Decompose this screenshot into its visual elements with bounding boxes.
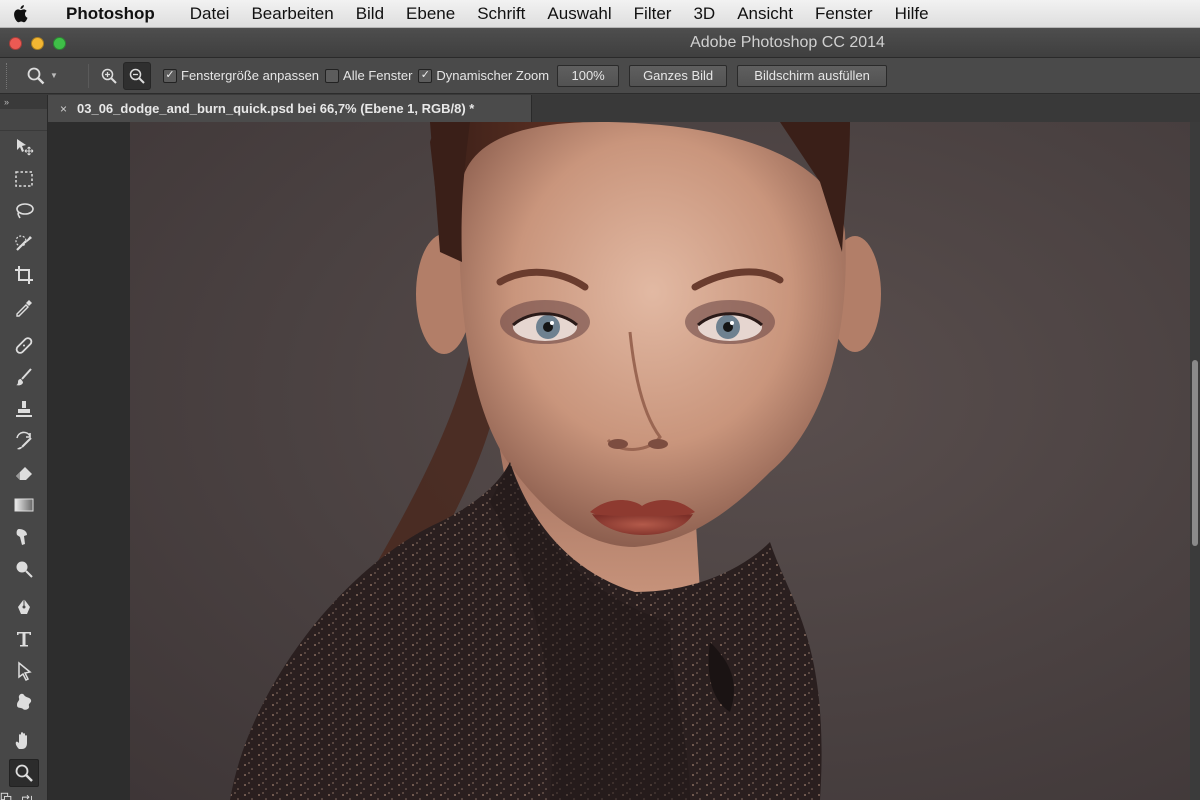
apple-menu-icon[interactable] <box>0 4 38 23</box>
move-tool[interactable] <box>0 131 48 163</box>
pen-tool-icon <box>18 599 30 614</box>
zoom-100-button[interactable]: 100% <box>557 64 620 87</box>
custom-shape-tool-icon <box>17 693 32 710</box>
marquee-tool[interactable] <box>0 163 48 195</box>
eyedropper-tool-icon <box>16 300 32 317</box>
eyedropper-tool[interactable] <box>0 291 48 323</box>
brush-tool[interactable] <box>0 361 48 393</box>
clone-stamp-tool-icon <box>16 401 32 417</box>
fill-screen-button[interactable]: Bildschirm ausfüllen <box>737 64 888 87</box>
pasteboard <box>48 122 130 800</box>
type-tool[interactable] <box>0 623 48 655</box>
all-windows-option[interactable]: Alle Fenster <box>325 68 412 83</box>
menu-3d[interactable]: 3D <box>682 4 726 24</box>
healing-brush-tool[interactable] <box>0 329 48 361</box>
menu-datei[interactable]: Datei <box>179 4 241 24</box>
gradient-tool[interactable] <box>0 489 48 521</box>
window-title-bar: Adobe Photoshop CC 2014 <box>0 28 1200 58</box>
menu-bearbeiten[interactable]: Bearbeiten <box>240 4 344 24</box>
menu-schrift[interactable]: Schrift <box>466 4 536 24</box>
lasso-tool-icon <box>16 203 34 219</box>
menu-auswahl[interactable]: Auswahl <box>536 4 622 24</box>
custom-shape-tool[interactable] <box>0 687 48 719</box>
dodge-tool-icon <box>16 561 33 578</box>
all-windows-label: Alle Fenster <box>343 68 413 83</box>
window-title: Adobe Photoshop CC 2014 <box>690 34 885 51</box>
brush-tool-icon <box>16 368 32 386</box>
zoom-in-button[interactable] <box>95 62 123 90</box>
close-document-icon[interactable]: × <box>60 102 67 116</box>
crop-tool-icon <box>15 266 33 284</box>
zoom-tool-selected-bg <box>9 759 39 787</box>
default-colors-icon <box>0 792 12 800</box>
menu-hilfe[interactable]: Hilfe <box>884 4 940 24</box>
tools-panel-collapse[interactable]: » <box>0 95 47 109</box>
quick-selection-tool-icon <box>15 235 32 251</box>
chevron-down-icon: ▼ <box>50 71 58 80</box>
fit-screen-button[interactable]: Ganzes Bild <box>629 64 728 87</box>
resize-windows-checkbox[interactable]: ✓ <box>163 68 177 83</box>
document-canvas[interactable] <box>48 122 1200 800</box>
pen-tool[interactable] <box>0 591 48 623</box>
app-name-menu[interactable]: Photoshop <box>66 4 155 24</box>
quick-selection-tool[interactable] <box>0 227 48 259</box>
history-brush-tool[interactable] <box>0 425 48 457</box>
options-bar: ▼ ✓ Fenstergröße anpassen Alle Fenster ✓… <box>0 58 1200 94</box>
eraser-tool[interactable] <box>0 457 48 489</box>
menu-bar: Photoshop Datei Bearbeiten Bild Ebene Sc… <box>0 0 1200 28</box>
lasso-tool[interactable] <box>0 195 48 227</box>
zoom-out-button[interactable] <box>123 61 151 90</box>
resize-windows-option[interactable]: ✓ Fenstergröße anpassen <box>163 68 319 83</box>
move-tool-icon <box>17 139 34 156</box>
marquee-tool-icon <box>15 171 33 187</box>
swap-colors-icon <box>22 794 32 800</box>
document-tab-label: 03_06_dodge_and_burn_quick.psd bei 66,7%… <box>77 101 475 116</box>
smudge-tool[interactable] <box>0 521 48 553</box>
hand-tool[interactable] <box>0 725 48 757</box>
tool-preset-picker[interactable]: ▼ <box>26 66 82 86</box>
portrait-illustration <box>230 122 881 800</box>
dodge-tool[interactable] <box>0 553 48 585</box>
clone-stamp-tool[interactable] <box>0 393 48 425</box>
menu-filter[interactable]: Filter <box>623 4 683 24</box>
menu-bild[interactable]: Bild <box>345 4 395 24</box>
menu-ebene[interactable]: Ebene <box>395 4 466 24</box>
healing-brush-tool-icon <box>15 337 33 354</box>
zoom-tool-icon <box>15 764 33 782</box>
path-selection-tool-icon <box>18 661 32 682</box>
portrait-photo[interactable] <box>130 122 1190 800</box>
tools-panel-grip[interactable] <box>0 109 47 131</box>
hand-tool-icon <box>15 732 27 749</box>
path-selection-tool[interactable] <box>0 655 48 687</box>
crop-tool[interactable] <box>0 259 48 291</box>
zoom-tool[interactable] <box>0 757 48 789</box>
type-tool-icon <box>17 632 31 647</box>
divider <box>88 63 89 88</box>
document-tab[interactable]: × 03_06_dodge_and_burn_quick.psd bei 66,… <box>48 95 532 122</box>
scrollbar-thumb[interactable] <box>1192 360 1198 546</box>
all-windows-checkbox[interactable] <box>325 68 340 83</box>
scrubby-zoom-option[interactable]: ✓ Dynamischer Zoom <box>418 68 549 83</box>
color-swatches[interactable] <box>0 789 48 800</box>
menu-items: Datei Bearbeiten Bild Ebene Schrift Ausw… <box>179 4 940 24</box>
scrubby-zoom-label: Dynamischer Zoom <box>436 68 550 83</box>
options-bar-grip[interactable] <box>6 62 20 89</box>
document-tab-strip: × 03_06_dodge_and_burn_quick.psd bei 66,… <box>48 95 1200 122</box>
gradient-tool-icon <box>14 498 34 512</box>
menu-ansicht[interactable]: Ansicht <box>726 4 804 24</box>
zoom-in-icon <box>101 68 117 84</box>
menu-fenster[interactable]: Fenster <box>804 4 884 24</box>
zoom-preset-icon <box>27 67 45 84</box>
scrubby-zoom-checkbox[interactable]: ✓ <box>418 68 433 83</box>
vertical-scrollbar[interactable] <box>1190 122 1200 800</box>
history-brush-tool-icon <box>16 431 32 450</box>
tools-panel: » <box>0 95 48 800</box>
smudge-tool-icon <box>16 529 27 545</box>
eraser-tool-icon <box>16 467 32 480</box>
zoom-out-icon <box>129 68 145 84</box>
resize-windows-label: Fenstergröße anpassen <box>181 68 320 83</box>
